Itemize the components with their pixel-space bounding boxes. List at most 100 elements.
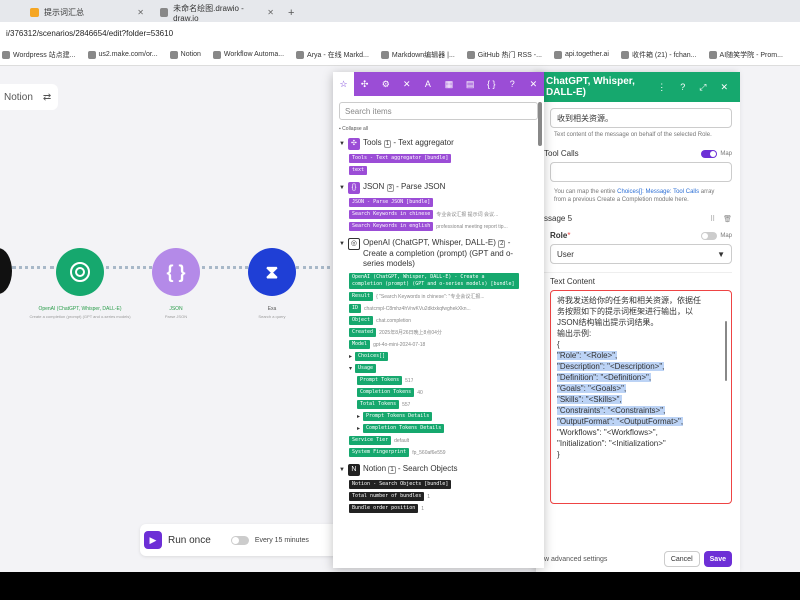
mapping-pill[interactable]: Created [349,328,377,337]
tool-calls-map-toggle[interactable]: Map [701,149,732,158]
module-group-header[interactable]: ▼{} JSON 3 - Parse JSON [339,182,534,194]
close-icon[interactable]: ✕ [523,72,544,96]
bookmark-item[interactable]: GitHub 热门 RSS -... [466,50,542,60]
tool-calls-input[interactable] [550,162,732,182]
bookmark-item[interactable]: 收件箱 (21) - fchan... [620,50,697,60]
collapse-all-link[interactable]: ▪ Collapse all [339,126,534,132]
mapping-pill[interactable]: Service Tier [349,436,392,445]
address-bar[interactable]: i/376312/scenarios/2846654/edit?folder=5… [0,22,800,44]
mapping-scrollbar[interactable] [538,102,542,146]
mapping-pill[interactable]: Usage [355,364,377,373]
new-tab-button[interactable]: + [288,7,294,22]
array-icon[interactable]: ▤ [460,72,481,96]
mapping-pill[interactable]: Total number of bundles [349,492,425,501]
close-icon[interactable]: ✕ [267,8,274,17]
save-button[interactable]: Save [703,551,732,567]
chevron-down-icon[interactable]: ▾ [349,365,352,372]
chevron-right-icon[interactable]: ▸ [349,353,352,360]
trigger-node[interactable] [0,248,12,294]
chevron-down-icon[interactable]: ▼ [339,138,345,149]
module-group-header[interactable]: ▼ N Notion 1 - Search Objects [339,464,534,476]
bookmark-item[interactable]: Workflow Automa... [212,50,284,59]
gear-icon[interactable]: ⚙ [375,72,396,96]
tools-icon[interactable]: ✣ [354,72,375,96]
bookmark-item[interactable]: Wordpress 站点建... [2,50,76,60]
advanced-settings-toggle[interactable]: w advanced settings [544,556,607,563]
star-icon[interactable]: ☆ [333,72,355,96]
openai-module-node[interactable] [56,248,104,296]
mapping-pill[interactable]: Prompt Tokens [357,376,403,385]
module-group-header[interactable]: ▼ ✣ Tools 1 - Text aggregator [339,138,534,150]
notion-folder-tab[interactable]: Notion ⇄ [0,84,58,110]
browser-tab[interactable]: 未命名绘图.drawio - draw.io ✕ [152,3,282,23]
mapping-pill[interactable]: Prompt Tokens Details [363,412,433,421]
hint-link[interactable]: Choices[]: Message: Tool Calls [617,189,699,195]
mapping-pill[interactable]: Result [349,292,374,301]
map-switch[interactable] [701,149,718,158]
mapping-pill[interactable]: Completion Tokens Details [363,424,445,433]
module-group-header[interactable]: ▼ ◎ OpenAI (ChatGPT, Whisper, DALL-E) 2 - … [339,238,534,269]
text-line-content: "Workflows": "<Workflows>", [557,428,658,437]
collapse-all-label: Collapse all [342,126,369,132]
mapping-pill[interactable]: Object [349,316,374,325]
bookmark-item[interactable]: Markdown编辑器 |... [380,50,455,60]
chevron-right-icon[interactable]: ▸ [357,425,360,432]
mapping-item-row: System Fingerprint fp_560af6e559 [349,447,534,458]
bookmark-item[interactable]: Arya - 在线 Markd... [296,50,369,60]
browser-tab-bar: 提示词汇总 ✕ 未命名绘图.drawio - draw.io ✕ + [0,0,800,23]
mapping-pill[interactable]: JSON - Parse JSON [bundle] [349,198,434,207]
mapping-pill[interactable]: Search Keywords in chinese [349,210,434,219]
mapping-pill[interactable]: ID [349,304,362,313]
calendar-icon[interactable]: ▦ [438,72,459,96]
bookmark-item[interactable]: AI随笑学院 - Prom... [708,50,783,60]
mapping-pill[interactable]: Total Tokens [357,400,400,409]
mapping-pill[interactable]: Search Keywords in english [349,222,434,231]
bookmark-item[interactable]: api.together.ai [553,50,609,59]
run-once-button[interactable]: Run once [168,535,211,546]
mapping-pill[interactable]: Bundle order position [349,504,419,513]
previous-text-field[interactable]: 收到相关资源。 [550,108,732,128]
mapping-pill[interactable]: Completion Tokens [357,388,415,397]
mapping-pill[interactable]: OpenAI (ChatGPT, Whisper, DALL-E) - Crea… [349,273,519,289]
bookmark-item[interactable]: Notion [169,50,201,59]
search-items-input[interactable]: Search items [339,102,538,120]
close-icon[interactable]: ✕ [720,82,728,93]
chevron-down-icon[interactable]: ▼ [339,464,345,475]
math-icon[interactable]: ✕ [396,72,417,96]
browser-tab[interactable]: 提示词汇总 ✕ [22,3,152,22]
chevron-down-icon[interactable]: ▼ [339,238,345,249]
chevron-right-icon[interactable]: ▸ [357,413,360,420]
chevron-down-icon[interactable]: ▼ [339,182,345,193]
bookmark-item[interactable]: us2.make.com/or... [87,50,158,59]
braces-icon[interactable]: { } [481,72,502,96]
text-icon[interactable]: A [417,72,438,96]
expand-icon[interactable]: ⤢ [699,82,706,93]
mapping-pill[interactable]: text [349,166,368,175]
help-icon[interactable]: ? [502,72,523,96]
json-node-label: JSON [169,306,183,312]
drag-icon[interactable]: ⠿ [710,215,715,223]
map-switch[interactable] [701,231,718,240]
swap-icon[interactable]: ⇄ [43,92,51,103]
mapping-pill[interactable]: Model [349,340,371,349]
delete-icon[interactable]: 🗑 [723,215,732,223]
more-icon[interactable]: ⋮ [657,82,666,93]
mapping-pill[interactable]: System Fingerprint [349,448,410,457]
mapping-pill[interactable]: Choices[] [355,352,389,361]
play-icon[interactable]: ▶ [144,531,162,549]
text-content-editor[interactable]: 将我发送给你的任务和相关资源，依据任 务按照如下的提示词框架进行输出，以 JSON结… [550,290,732,504]
bookmark-label: Markdown编辑器 |... [391,51,455,59]
json-module-node[interactable]: { } [152,248,200,296]
mapping-item-row: Result{ "Search Keywords in chinese": "专… [349,291,534,302]
editor-scrollbar[interactable] [725,321,727,381]
cancel-button[interactable]: Cancel [663,551,700,567]
exa-module-node[interactable]: ⧗ [248,248,296,296]
close-icon[interactable]: ✕ [137,8,144,17]
schedule-toggle[interactable] [230,535,249,545]
mapping-item-row: Total number of bundles 1 [349,491,534,502]
mapping-pill[interactable]: Tools - Text aggregator [bundle] [349,154,452,163]
mapping-pill[interactable]: Notion - Search Objects [bundle] [349,480,452,489]
help-icon[interactable]: ? [680,82,685,93]
role-select[interactable]: User ▼ [550,244,732,264]
role-map-toggle[interactable]: Map [701,231,732,240]
